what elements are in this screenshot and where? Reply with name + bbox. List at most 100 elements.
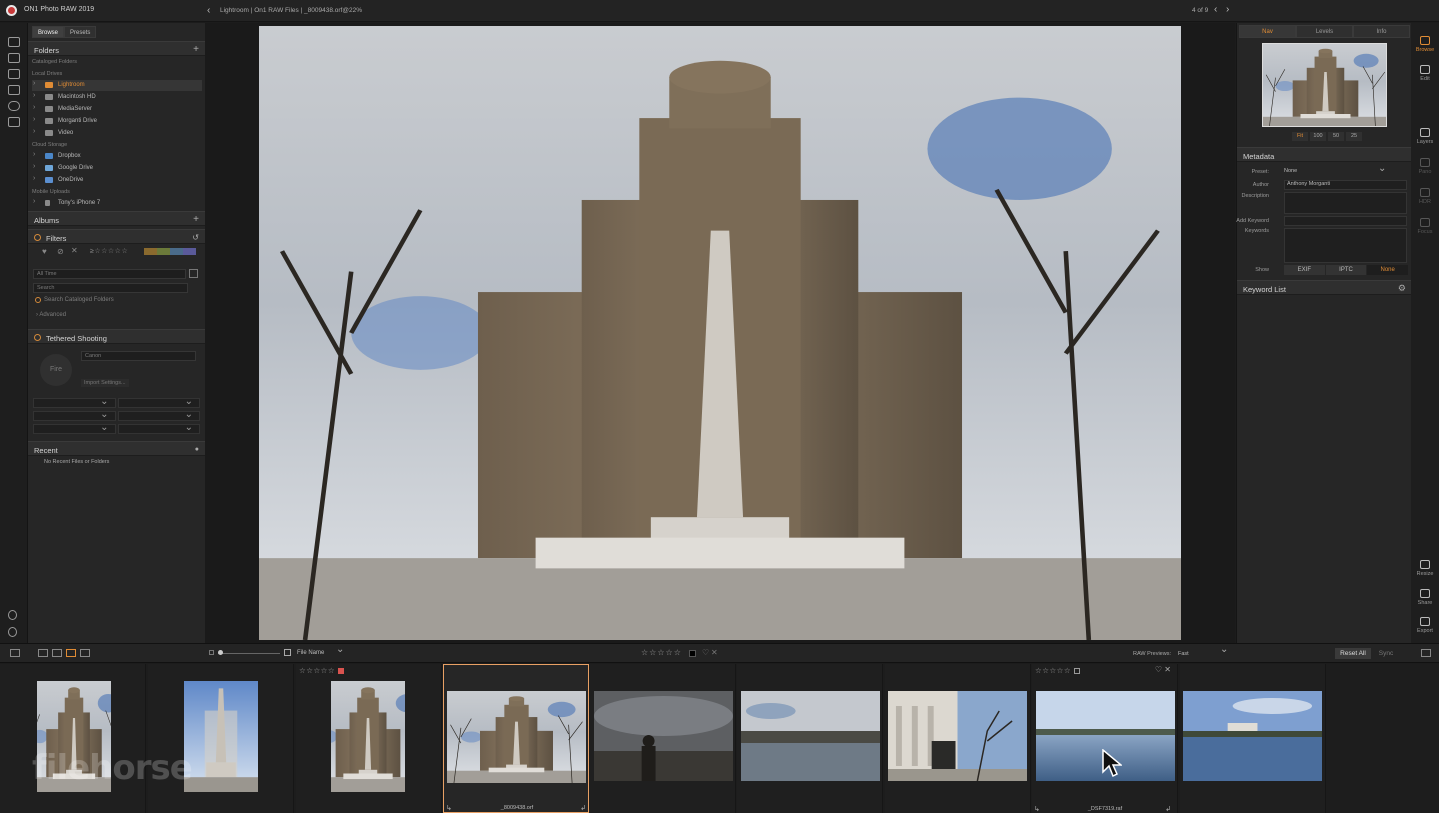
filmstrip-view-icon[interactable] bbox=[52, 649, 62, 657]
back-chevron-icon[interactable]: ‹ bbox=[207, 5, 210, 16]
detail-view-icon[interactable] bbox=[66, 649, 76, 657]
filmstrip-item[interactable] bbox=[148, 664, 294, 813]
thumbnail-image[interactable] bbox=[184, 681, 258, 792]
tab-info[interactable]: Info bbox=[1353, 25, 1410, 38]
large-thumb-icon[interactable] bbox=[284, 649, 291, 656]
sync-button[interactable]: Sync bbox=[1375, 648, 1397, 659]
chevron-right-icon[interactable]: › bbox=[33, 163, 35, 170]
thumbnail-image[interactable] bbox=[1036, 691, 1175, 781]
filters-toggle-icon[interactable] bbox=[34, 234, 41, 241]
computer-icon[interactable] bbox=[8, 37, 20, 47]
description-field[interactable] bbox=[1284, 192, 1407, 214]
red-label-flag[interactable] bbox=[337, 668, 344, 675]
show-none-button[interactable]: None bbox=[1367, 265, 1409, 275]
preset-select[interactable]: None bbox=[1284, 168, 1388, 174]
module-share[interactable]: Share bbox=[1411, 589, 1439, 606]
tether-select[interactable] bbox=[33, 409, 116, 421]
tethered-shooting-header[interactable]: Tethered Shooting bbox=[28, 329, 205, 344]
reset-all-button[interactable]: Reset All bbox=[1335, 648, 1371, 659]
chevron-right-icon[interactable]: › bbox=[33, 175, 35, 182]
main-photo[interactable] bbox=[259, 26, 1181, 640]
tether-select[interactable] bbox=[117, 409, 200, 421]
small-thumb-icon[interactable] bbox=[209, 650, 214, 655]
module-edit[interactable]: Edit bbox=[1411, 65, 1439, 82]
filter-color-labels[interactable] bbox=[144, 248, 196, 255]
filmstrip-item[interactable]: ☆☆☆☆☆ bbox=[296, 664, 442, 813]
rating-stars[interactable]: ☆☆☆☆☆ bbox=[299, 666, 344, 675]
chevron-right-icon[interactable]: › bbox=[33, 92, 35, 99]
module-hdr[interactable]: HDR bbox=[1411, 188, 1439, 205]
folder-icon[interactable] bbox=[8, 69, 20, 79]
raw-previews-select[interactable]: Fast bbox=[1178, 651, 1189, 657]
user-icon[interactable] bbox=[8, 610, 17, 620]
keywords-field[interactable] bbox=[1284, 228, 1407, 263]
thumbnail-size-slider[interactable] bbox=[218, 653, 280, 654]
module-focus[interactable]: Focus bbox=[1411, 218, 1439, 235]
toggle-right-panel-icon[interactable] bbox=[1421, 649, 1431, 657]
filmstrip-item-selected[interactable]: ↳ ↲ _8009438.orf bbox=[443, 664, 589, 813]
thumbnail-image[interactable] bbox=[888, 691, 1027, 781]
cloud-item-google-drive[interactable]: › Google Drive bbox=[32, 163, 202, 174]
heart-icon[interactable]: ♡ bbox=[702, 648, 709, 657]
folders-header[interactable]: Folders + bbox=[28, 41, 205, 56]
thumbnail-image[interactable] bbox=[331, 681, 405, 792]
filmstrip-item[interactable] bbox=[590, 664, 736, 813]
filmstrip-item[interactable]: ☆☆☆☆☆ ♡ ✕ ↳ ↲ _DSF7319.raf bbox=[1032, 664, 1178, 813]
module-browse[interactable]: Browse bbox=[1411, 36, 1439, 53]
fire-button[interactable]: Fire bbox=[40, 354, 72, 386]
drive-icon[interactable] bbox=[8, 85, 20, 95]
heart-icon[interactable]: ♡ bbox=[1155, 665, 1162, 674]
tether-select[interactable] bbox=[33, 422, 116, 434]
author-field[interactable]: Anthony Morganti bbox=[1284, 180, 1407, 190]
sort-select[interactable]: File Name bbox=[297, 650, 324, 656]
tab-nav[interactable]: Nav bbox=[1239, 25, 1296, 38]
clear-recent-icon[interactable]: ● bbox=[195, 446, 199, 453]
next-image-chevron-icon[interactable]: › bbox=[1226, 4, 1229, 15]
filmstrip-item[interactable] bbox=[737, 664, 883, 813]
module-resize[interactable]: Resize bbox=[1411, 560, 1439, 577]
add-folder-plus-icon[interactable]: + bbox=[193, 44, 199, 55]
import-settings-button[interactable]: Import Settings... bbox=[81, 379, 129, 387]
advanced-filters-toggle[interactable]: › Advanced bbox=[36, 312, 66, 318]
filmstrip-item[interactable] bbox=[885, 664, 1031, 813]
chevron-down-icon[interactable]: ⌄ bbox=[336, 644, 344, 655]
zoom-50-button[interactable]: 50 bbox=[1328, 132, 1344, 141]
filter-reject-icon[interactable]: ⊘ bbox=[57, 247, 64, 256]
folder-item-video[interactable]: › Video bbox=[32, 128, 202, 139]
filter-search-input[interactable]: Search bbox=[33, 283, 188, 293]
add-keyword-input[interactable] bbox=[1284, 216, 1407, 226]
show-iptc-button[interactable]: IPTC bbox=[1325, 265, 1367, 275]
thumbnail-image[interactable] bbox=[741, 691, 880, 781]
grid-view-icon[interactable] bbox=[38, 649, 48, 657]
thumbnail-image[interactable] bbox=[1183, 691, 1322, 781]
slider-handle[interactable] bbox=[218, 650, 223, 655]
chevron-down-icon[interactable]: ⌄ bbox=[1220, 644, 1228, 655]
time-filter-select[interactable]: All Time bbox=[33, 269, 186, 279]
camera-select[interactable]: Canon bbox=[81, 351, 196, 361]
folder-item-lightroom[interactable]: › Lightroom bbox=[32, 80, 202, 91]
filters-header[interactable]: Filters ↺ bbox=[28, 229, 205, 244]
albums-icon[interactable] bbox=[8, 117, 20, 127]
tether-select[interactable] bbox=[117, 422, 200, 434]
help-icon[interactable] bbox=[8, 627, 17, 637]
rating-stars[interactable]: ☆☆☆☆☆ bbox=[1035, 666, 1080, 675]
filmstrip-item[interactable] bbox=[1180, 664, 1326, 813]
thumbnail-image[interactable] bbox=[447, 691, 586, 783]
albums-header[interactable]: Albums + bbox=[28, 211, 205, 226]
search-cataloged-toggle-icon[interactable] bbox=[35, 297, 41, 303]
tethered-toggle-icon[interactable] bbox=[34, 334, 41, 341]
calendar-icon[interactable] bbox=[189, 269, 198, 278]
color-label-swatch[interactable] bbox=[689, 650, 696, 657]
chevron-right-icon[interactable]: › bbox=[33, 151, 35, 158]
module-layers[interactable]: Layers bbox=[1411, 128, 1439, 145]
tether-select[interactable] bbox=[117, 396, 200, 408]
toggle-left-panel-icon[interactable] bbox=[10, 649, 20, 657]
mobile-item-iphone[interactable]: › Tony's iPhone 7 bbox=[32, 198, 202, 209]
gear-icon[interactable]: ⚙ bbox=[1398, 283, 1406, 294]
filmstrip-item[interactable] bbox=[0, 664, 146, 813]
show-exif-button[interactable]: EXIF bbox=[1284, 265, 1325, 275]
color-label-box[interactable] bbox=[1073, 668, 1080, 675]
zoom-100-button[interactable]: 100 bbox=[1310, 132, 1326, 141]
tab-browse[interactable]: Browse bbox=[32, 26, 65, 38]
zoom-fit-button[interactable]: Fit bbox=[1292, 132, 1308, 141]
